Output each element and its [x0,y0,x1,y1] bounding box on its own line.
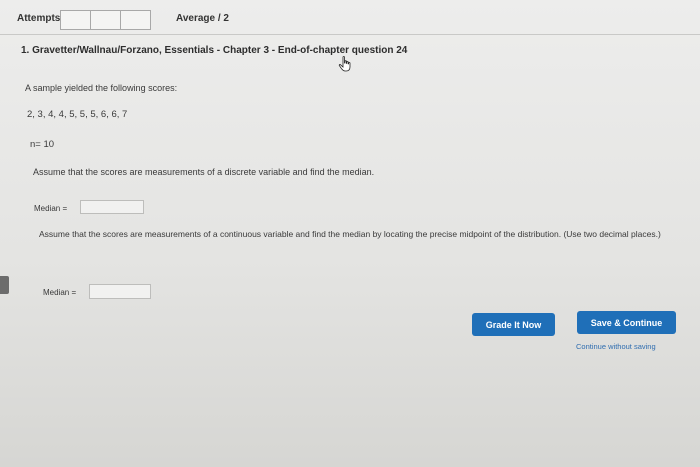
median-label-continuous: Median = [43,288,77,297]
median-label-discrete: Median = [34,204,68,213]
side-panel-tab[interactable] [0,276,9,294]
continue-without-saving-link[interactable]: Continue without saving [576,342,656,351]
sample-size: n= 10 [30,139,55,150]
attempt-indicators [60,10,151,30]
question-title: 1. Gravetter/Wallnau/Forzano, Essentials… [21,45,408,56]
median-input-continuous[interactable] [89,284,151,299]
scores-list: 2, 3, 4, 4, 5, 5, 5, 6, 6, 7 [27,109,128,120]
attempts-header: Attempts Average / 2 [0,0,700,35]
hand-cursor-icon [338,56,351,72]
grade-it-now-button[interactable]: Grade It Now [472,313,555,336]
median-input-discrete[interactable] [80,200,144,214]
attempts-label: Attempts [17,13,61,24]
continuous-question: Assume that the scores are measurements … [39,229,661,239]
discrete-question: Assume that the scores are measurements … [33,167,375,177]
save-and-continue-button[interactable]: Save & Continue [577,311,676,334]
average-score: Average / 2 [176,13,229,24]
assignment-screen: Attempts Average / 2 1. Gravetter/Wallna… [0,0,700,467]
attempt-box [60,10,91,30]
attempt-box [120,10,151,30]
question-prompt: A sample yielded the following scores: [25,83,178,93]
attempt-box [90,10,121,30]
